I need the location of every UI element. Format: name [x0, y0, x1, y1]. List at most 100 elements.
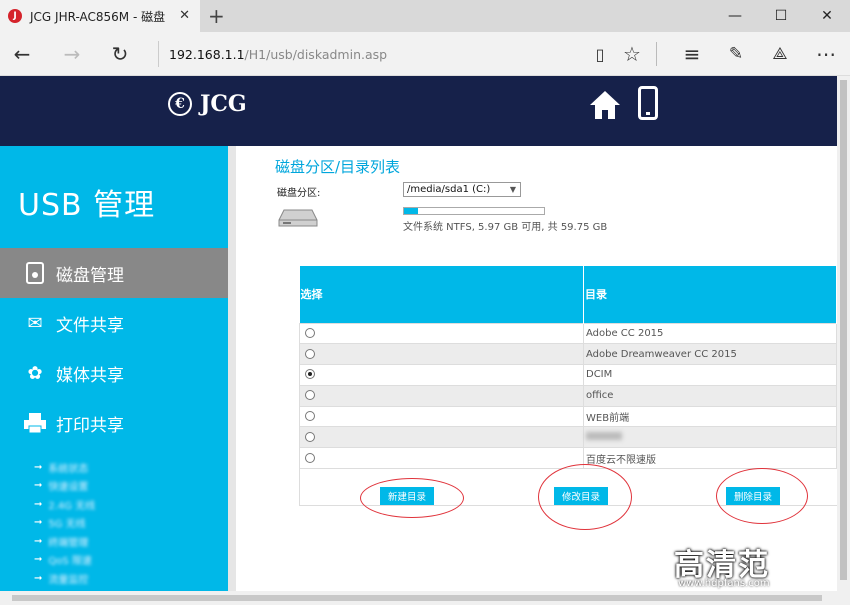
media-share-icon: ✿ — [27, 362, 43, 384]
tab-title: JCG JHR-AC856M - 磁盘 — [30, 9, 166, 24]
disk-partition-label: 磁盘分区: — [277, 188, 321, 199]
sidebar-gutter — [228, 146, 236, 591]
row-select-cell — [299, 384, 584, 407]
row-radio-button[interactable] — [305, 327, 315, 338]
row-select-cell — [299, 343, 584, 366]
sidebar-subitem[interactable]: ➞ 系统状态 — [34, 458, 95, 477]
disk-usage-bar — [403, 207, 545, 215]
arrow-right-icon: ➞ — [34, 498, 43, 510]
row-select-cell — [299, 405, 584, 428]
directory-name: Adobe CC 2015 — [583, 322, 837, 345]
address-bar[interactable]: 192.168.1.1/H1/usb/diskadmin.asp — [158, 41, 558, 67]
row-radio-button[interactable] — [305, 348, 315, 359]
row-radio-button[interactable] — [305, 411, 315, 422]
share-icon[interactable]: ⟁ — [766, 40, 794, 68]
row-select-cell — [299, 322, 584, 345]
sidebar-item-media-share[interactable]: ✿ 媒体共享 — [0, 348, 228, 398]
back-icon[interactable]: ← — [8, 40, 36, 68]
watermark-url: www.hdpfans.com — [678, 578, 770, 589]
horizontal-scroll-thumb[interactable] — [12, 595, 822, 601]
table-row[interactable]: WEB前端 — [299, 405, 837, 428]
hard-drive-icon — [278, 209, 318, 227]
highlight-ring-new — [360, 478, 464, 518]
more-icon[interactable]: ⋯ — [812, 40, 840, 68]
printer-icon — [22, 411, 48, 435]
arrow-right-icon: ➞ — [34, 517, 43, 529]
sidebar-item-file-share[interactable]: ✉ 文件共享 — [0, 298, 228, 348]
highlight-ring-edit — [538, 464, 632, 530]
sidebar-item-label: 磁盘管理 — [56, 265, 124, 286]
minimize-icon[interactable]: — — [712, 0, 758, 32]
disk-partition-value: /media/sda1 (C:) — [407, 184, 491, 195]
router-header: € JCG — [0, 76, 837, 146]
sidebar-item-label: 媒体共享 — [56, 365, 124, 386]
sidebar-item-print-share[interactable]: 打印共享 — [0, 398, 228, 448]
redacted-directory-name — [586, 431, 622, 440]
directory-name: DCIM — [583, 364, 837, 386]
address-path: /H1/usb/diskadmin.asp — [244, 46, 388, 62]
sidebar-subitem[interactable]: ➞ 5G 无线 — [34, 514, 95, 533]
highlight-ring-delete — [716, 468, 808, 524]
refresh-icon[interactable]: ↻ — [106, 40, 134, 68]
arrow-right-icon: ➞ — [34, 535, 43, 547]
directory-name: Adobe Dreamweaver CC 2015 — [583, 343, 837, 366]
sidebar-subitem[interactable]: ➞ 终端管理 — [34, 532, 95, 551]
vertical-scroll-thumb[interactable] — [840, 80, 847, 580]
row-radio-button[interactable] — [305, 369, 315, 380]
logo-mark-icon: € — [168, 92, 192, 116]
row-radio-button[interactable] — [305, 390, 315, 401]
main-content: 磁盘分区/目录列表 磁盘分区: /media/sda1 (C:) ▼ 文件系统 … — [236, 146, 837, 591]
table-row[interactable]: Adobe Dreamweaver CC 2015 — [299, 343, 837, 366]
logo-text: JCG — [200, 91, 247, 117]
table-row[interactable]: office — [299, 384, 837, 407]
table-row[interactable]: DCIM — [299, 364, 837, 386]
table-row[interactable]: Adobe CC 2015 — [299, 322, 837, 345]
sidebar-title: USB 管理 — [18, 188, 156, 223]
row-select-cell — [299, 426, 584, 449]
browser-tab-bar: J JCG JHR-AC856M - 磁盘 ✕ + — ☐ ✕ — [0, 0, 850, 32]
sidebar-subitem[interactable]: ➞ 快速设置 — [34, 477, 95, 496]
address-host: 192.168.1.1 — [169, 46, 245, 62]
window-close-icon[interactable]: ✕ — [804, 0, 850, 32]
web-note-icon[interactable]: ✎ — [722, 40, 750, 68]
favicon-icon: J — [8, 9, 22, 23]
row-radio-button[interactable] — [305, 452, 315, 463]
horizontal-scrollbar[interactable] — [0, 591, 850, 605]
directory-table: 选择 目录 Adobe CC 2015 Adobe Dreamweaver CC … — [299, 266, 837, 470]
reading-view-icon[interactable]: ▯ — [586, 40, 614, 68]
vertical-scrollbar[interactable] — [837, 76, 850, 591]
sidebar-sublist: ➞ 系统状态 ➞ 快速设置 ➞ 2.4G 无线 ➞ 5G 无线 ➞ 终端管理 ➞ QoS 限… — [34, 458, 95, 588]
new-tab-icon[interactable]: + — [208, 4, 225, 28]
row-select-cell — [299, 364, 584, 386]
page-title: 磁盘分区/目录列表 — [275, 158, 401, 176]
column-header-directory: 目录 — [583, 266, 837, 323]
browser-tab[interactable]: J JCG JHR-AC856M - 磁盘 ✕ — [0, 0, 200, 32]
hub-icon[interactable]: ≡ — [678, 40, 706, 68]
disk-partition-select[interactable]: /media/sda1 (C:) ▼ — [403, 182, 521, 197]
jcg-logo: € JCG — [168, 91, 247, 117]
disk-usage-fill — [404, 208, 418, 214]
directory-name: office — [583, 384, 837, 407]
home-icon[interactable] — [588, 88, 622, 122]
favorite-star-icon[interactable]: ☆ — [618, 40, 646, 68]
arrow-right-icon: ➞ — [34, 461, 43, 473]
mobile-icon[interactable] — [638, 86, 658, 120]
sidebar-subitem[interactable]: ➞ QoS 限速 — [34, 551, 95, 570]
sidebar-subitem[interactable]: ➞ 流量监控 — [34, 569, 95, 588]
sidebar-item-disk-management[interactable]: 磁盘管理 — [0, 248, 228, 298]
row-radio-button[interactable] — [305, 431, 315, 442]
directory-name: WEB前端 — [583, 405, 837, 428]
arrow-right-icon: ➞ — [34, 480, 43, 492]
sidebar-subitem[interactable]: ➞ 2.4G 无线 — [34, 495, 95, 514]
forward-icon[interactable]: → — [58, 40, 86, 68]
table-row[interactable] — [299, 426, 837, 449]
maximize-icon[interactable]: ☐ — [758, 0, 804, 32]
sidebar: USB 管理 磁盘管理 ✉ 文件共享 ✿ 媒体共享 打印共享 ➞ 系统状态 ➞ 快速… — [0, 146, 228, 591]
directory-name — [583, 426, 837, 449]
disk-info-text: 文件系统 NTFS, 5.97 GB 可用, 共 59.75 GB — [403, 222, 608, 233]
sidebar-item-label: 打印共享 — [56, 415, 124, 436]
chevron-down-icon: ▼ — [509, 185, 517, 194]
browser-nav-bar: ← → ↻ 192.168.1.1/H1/usb/diskadmin.asp ▯… — [0, 32, 850, 76]
tab-close-icon[interactable]: ✕ — [179, 8, 190, 23]
sidebar-item-label: 文件共享 — [56, 315, 124, 336]
